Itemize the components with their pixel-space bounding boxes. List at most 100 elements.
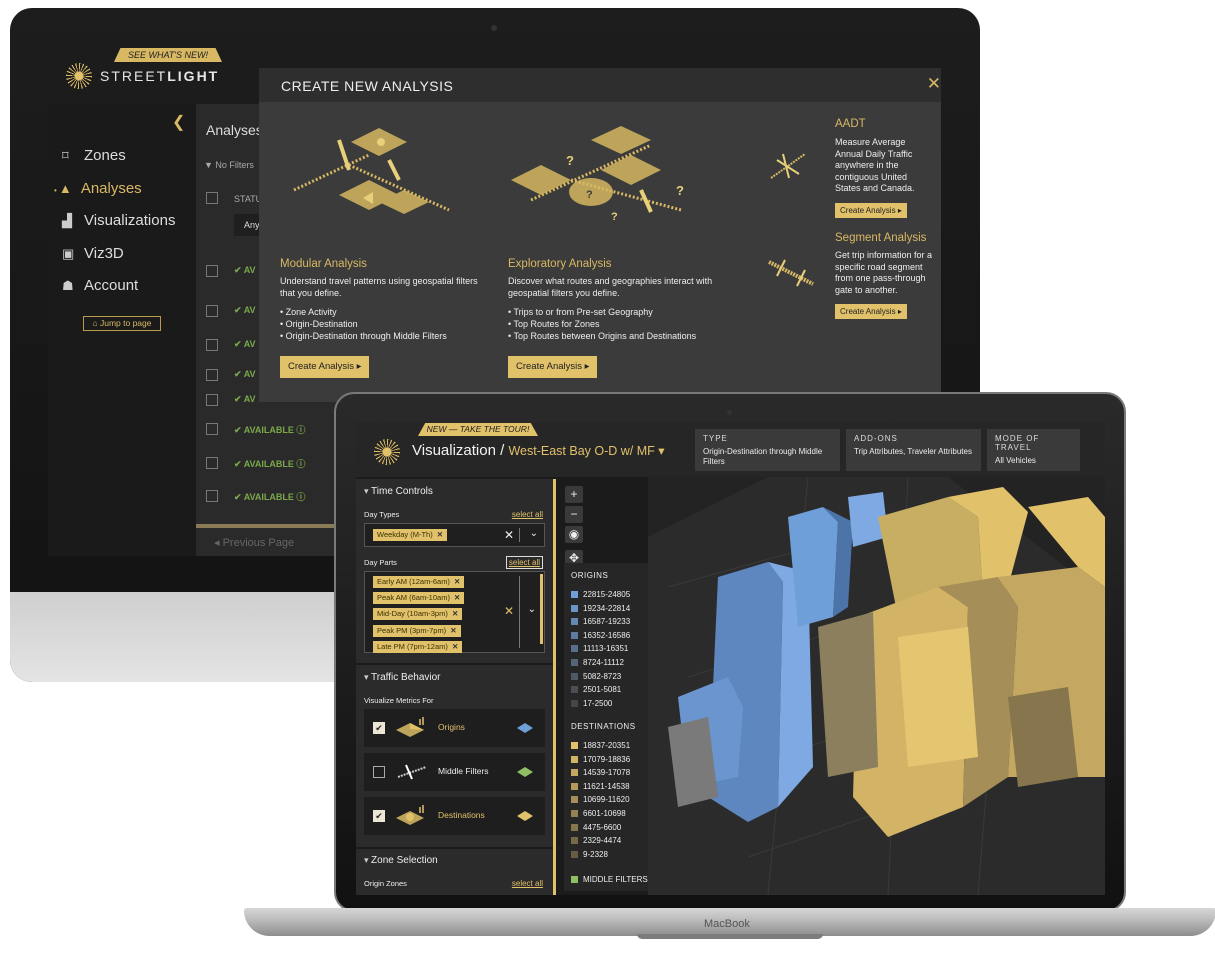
compass-icon[interactable]: ◉ (565, 526, 583, 543)
checkbox[interactable]: ✔ (373, 810, 385, 822)
create-exploratory-analysis-button[interactable]: Create Analysis ▸ (508, 356, 598, 378)
filter-toggle[interactable]: ▼ No Filters (204, 160, 254, 170)
day-part-chip[interactable]: Peak AM (6am-10am) (373, 592, 465, 604)
metric-destinations[interactable]: ✔ Destinations (364, 797, 545, 835)
day-part-chip[interactable]: Peak PM (3pm-7pm) (373, 625, 461, 637)
status-label: AV (243, 265, 256, 275)
take-tour-ribbon[interactable]: NEW — TAKE THE TOUR! (418, 423, 538, 436)
horizontal-scrollbar[interactable] (196, 524, 336, 528)
day-part-chip[interactable]: Early AM (12am-6am) (373, 576, 465, 588)
time-controls-header[interactable]: Time Controls (364, 486, 433, 497)
row-checkbox[interactable] (206, 490, 218, 502)
origins-icon (396, 717, 424, 737)
sidebar-item-label: Zones (84, 147, 126, 164)
clear-icon[interactable]: ✕ (504, 604, 514, 618)
traffic-behavior-header[interactable]: Traffic Behavior (364, 672, 440, 683)
sidebar-item-label: Visualizations (84, 212, 176, 229)
whats-new-ribbon[interactable]: SEE WHAT'S NEW! (114, 48, 222, 62)
create-modular-analysis-button[interactable]: Create Analysis ▸ (280, 356, 370, 378)
select-all-origin-zones-link[interactable]: select all (512, 879, 543, 888)
meta-type: TYPE Origin-Destination through Middle Fi… (695, 429, 840, 471)
row-checkbox[interactable] (206, 265, 218, 277)
aadt-description: Measure Average Annual Daily Traffic any… (835, 137, 915, 193)
legend-label: MIDDLE FILTERS (583, 875, 648, 884)
legend-label: 17079-18836 (583, 754, 631, 764)
row-checkbox[interactable] (206, 394, 218, 406)
select-all-day-parts-link[interactable]: select all (505, 556, 543, 569)
analysis-selector[interactable]: West-East Bay O-D w/ MF ▾ (508, 444, 664, 458)
exploratory-heading: Exploratory Analysis (508, 258, 612, 270)
status-label: AV (243, 339, 256, 349)
legend-swatch (571, 755, 578, 763)
status-label: AVAILABLE (243, 492, 294, 502)
day-type-chip[interactable]: Weekday (M-Th) (373, 529, 448, 541)
previous-page-link[interactable]: ◂ Previous Page (214, 536, 294, 549)
legend-label: 16352-16586 (583, 630, 631, 640)
macbook-notch (637, 934, 823, 939)
clear-icon[interactable]: ✕ (504, 528, 514, 542)
row-checkbox[interactable] (206, 369, 218, 381)
day-parts-select[interactable]: Early AM (12am-6am) Peak AM (6am-10am) M… (364, 571, 545, 653)
row-checkbox[interactable] (206, 457, 218, 469)
day-part-chip[interactable]: Mid-Day (10am-3pm) (373, 608, 463, 620)
legend-item: 6601-10698 (571, 809, 626, 819)
create-segment-analysis-button[interactable]: Create Analysis ▸ (835, 304, 907, 319)
modal-header: CREATE NEW ANALYSIS ✕ (259, 68, 941, 102)
page-title: Analyses (206, 122, 263, 138)
row-checkbox[interactable] (206, 339, 218, 351)
divider (519, 576, 520, 648)
zoom-in-button[interactable]: + (565, 486, 583, 503)
select-all-day-types-link[interactable]: select all (512, 510, 543, 519)
svg-text:?: ? (676, 183, 684, 198)
zoom-out-button[interactable]: − (565, 506, 583, 523)
legend-label: 11621-14538 (583, 781, 630, 791)
zone-selection-header[interactable]: Zone Selection (364, 855, 438, 866)
create-analysis-modal: CREATE NEW ANALYSIS ✕ Modular Analysis U… (259, 68, 941, 402)
info-icon[interactable]: ⓘ (296, 459, 305, 469)
svg-text:?: ? (586, 189, 593, 201)
meta-value: Trip Attributes, Traveler Attributes (854, 447, 972, 456)
legend-item: 9-2328 (571, 850, 608, 860)
day-part-chip[interactable]: Late PM (7pm-12am) (373, 641, 463, 653)
caret-right-icon: ▸ (584, 361, 590, 372)
chevron-down-icon[interactable]: ⌄ (528, 604, 536, 615)
sidebar-item-account[interactable]: ☗ Account (62, 277, 138, 294)
chevron-down-icon[interactable]: ⌄ (530, 528, 538, 539)
legend-swatch (571, 837, 578, 845)
brand-light: STREET (100, 68, 168, 84)
jump-to-page-button[interactable]: ⌂ Jump to page (83, 316, 161, 331)
destinations-icon (396, 805, 424, 825)
map-3d-view[interactable] (648, 477, 1105, 895)
info-icon[interactable]: ⓘ (296, 425, 305, 435)
checkbox[interactable] (373, 766, 385, 778)
sidebar-item-visualizations[interactable]: ▟ Visualizations (62, 212, 175, 229)
modular-heading: Modular Analysis (280, 258, 367, 270)
checkbox[interactable]: ✔ (373, 722, 385, 734)
sidebar-item-viz3d[interactable]: ▣ Viz3D (62, 245, 124, 262)
day-types-select[interactable]: Weekday (M-Th) ✕ ⌄ (364, 523, 545, 547)
modular-analysis-illustration (293, 128, 450, 214)
meta-value: All Vehicles (995, 456, 1036, 465)
scrollbar[interactable] (540, 574, 543, 644)
row-checkbox[interactable] (206, 305, 218, 317)
legend-label: 9-2328 (583, 849, 608, 859)
create-aadt-analysis-button[interactable]: Create Analysis ▸ (835, 203, 907, 218)
metric-label: Origins (438, 722, 465, 732)
caret-right-icon: ▸ (356, 361, 362, 372)
metric-middle-filters[interactable]: Middle Filters (364, 753, 545, 791)
sidebar-item-zones[interactable]: ⌑ Zones (62, 147, 126, 164)
chart-icon: ▟ (62, 213, 72, 228)
caret-down-icon: ▾ (658, 444, 665, 458)
metric-origins[interactable]: ✔ Origins (364, 709, 545, 747)
info-icon[interactable]: ⓘ (296, 492, 305, 502)
select-all-checkbox[interactable] (206, 192, 218, 204)
list-item: Zone Activity (280, 306, 447, 318)
row-checkbox[interactable] (206, 423, 218, 435)
collapse-sidebar-icon[interactable]: ❮ (172, 112, 185, 132)
origins-legend-title: ORIGINS (571, 571, 609, 580)
close-icon[interactable]: ✕ (927, 74, 941, 94)
panel-scrollbar[interactable] (553, 479, 556, 895)
zones-icon: ⌑ (62, 148, 69, 163)
sidebar-item-analyses[interactable]: • ▲ Analyses (54, 180, 142, 197)
status-badge: ✔ AV (234, 394, 256, 404)
